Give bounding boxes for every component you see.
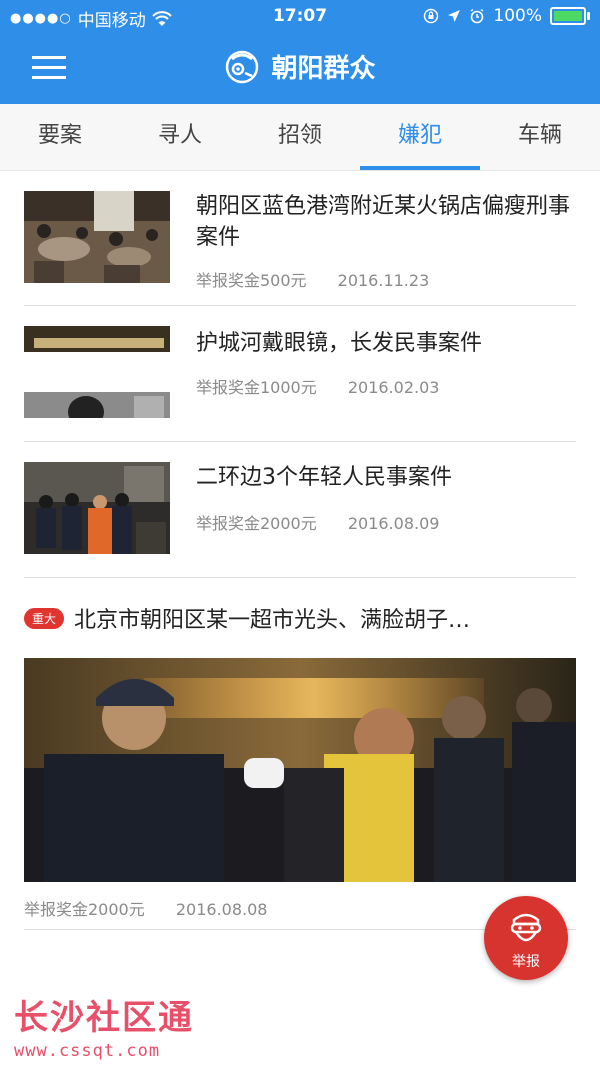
featured-title: 北京市朝阳区某一超市光头、满脸胡子… bbox=[74, 608, 471, 633]
tab-missing-persons[interactable]: 寻人 bbox=[120, 104, 240, 170]
tab-suspects[interactable]: 嫌犯 bbox=[360, 104, 480, 170]
watermark-title: 长沙社区通 bbox=[14, 998, 194, 1038]
featured-list-item[interactable]: 重大 北京市朝阳区某一超市光头、满脸胡子… 举报奖金2000元 2016.08.… bbox=[24, 578, 576, 930]
featured-photo bbox=[24, 658, 576, 882]
battery-percent: 100% bbox=[493, 6, 542, 26]
reward-amount: 举报奖金500元 bbox=[196, 271, 307, 290]
masked-face-icon bbox=[510, 913, 542, 942]
alarm-icon bbox=[470, 8, 484, 24]
app-title: 朝阳群众 bbox=[271, 54, 376, 84]
major-case-badge: 重大 bbox=[24, 607, 65, 629]
report-button[interactable]: 举报 bbox=[484, 896, 568, 980]
case-meta: 举报奖金1000元 2016.02.03 bbox=[196, 374, 439, 398]
case-meta: 举报奖金2000元 2016.08.09 bbox=[196, 510, 439, 534]
case-date: 2016.02.03 bbox=[347, 378, 440, 397]
case-title: 二环边3个年轻人民事案件 bbox=[196, 465, 452, 490]
list-item[interactable]: 二环边3个年轻人民事案件 举报奖金2000元 2016.08.09 bbox=[24, 442, 576, 578]
featured-title-row: 重大 北京市朝阳区某一超市光头、满脸胡子… bbox=[24, 602, 576, 634]
case-thumbnail bbox=[24, 326, 170, 418]
case-date: 2016.08.08 bbox=[175, 900, 268, 919]
app-logo-icon bbox=[226, 50, 259, 83]
tab-major-cases[interactable]: 要案 bbox=[0, 104, 120, 170]
case-date: 2016.08.09 bbox=[347, 514, 440, 533]
status-bar: ●●●●○ 中国移动 17:07 100% bbox=[0, 0, 600, 32]
rotation-lock-icon bbox=[424, 8, 439, 24]
case-date: 2016.11.23 bbox=[337, 271, 430, 290]
reward-amount: 举报奖金2000元 bbox=[24, 900, 145, 919]
category-tabs: 要案 寻人 招领 嫌犯 车辆 bbox=[0, 104, 600, 171]
watermark: 长沙社区通 www.cssqt.com bbox=[14, 990, 194, 1061]
case-title: 朝阳区蓝色港湾附近某火锅店偏瘦刑事案件 bbox=[196, 194, 571, 250]
list-item[interactable]: 朝阳区蓝色港湾附近某火锅店偏瘦刑事案件 举报奖金500元 2016.11.23 bbox=[24, 171, 576, 306]
location-arrow-icon bbox=[448, 10, 461, 22]
list-item[interactable]: 护城河戴眼镜，长发民事案件 举报奖金1000元 2016.02.03 bbox=[24, 306, 576, 442]
tab-vehicles[interactable]: 车辆 bbox=[480, 104, 600, 170]
report-button-label: 举报 bbox=[512, 954, 540, 970]
reward-amount: 举报奖金2000元 bbox=[196, 514, 317, 533]
app-header: 朝阳群众 bbox=[0, 32, 600, 104]
watermark-url: www.cssqt.com bbox=[14, 1041, 161, 1061]
case-meta: 举报奖金500元 2016.11.23 bbox=[196, 267, 429, 291]
reward-amount: 举报奖金1000元 bbox=[196, 378, 317, 397]
tab-lost-and-found[interactable]: 招领 bbox=[240, 104, 360, 170]
case-thumbnail bbox=[24, 462, 170, 554]
case-thumbnail bbox=[24, 191, 170, 283]
case-title: 护城河戴眼镜，长发民事案件 bbox=[196, 331, 483, 356]
battery-icon bbox=[550, 7, 590, 25]
app-brand: 朝阳群众 bbox=[0, 48, 600, 85]
featured-meta: 举报奖金2000元 2016.08.08 bbox=[24, 896, 267, 920]
